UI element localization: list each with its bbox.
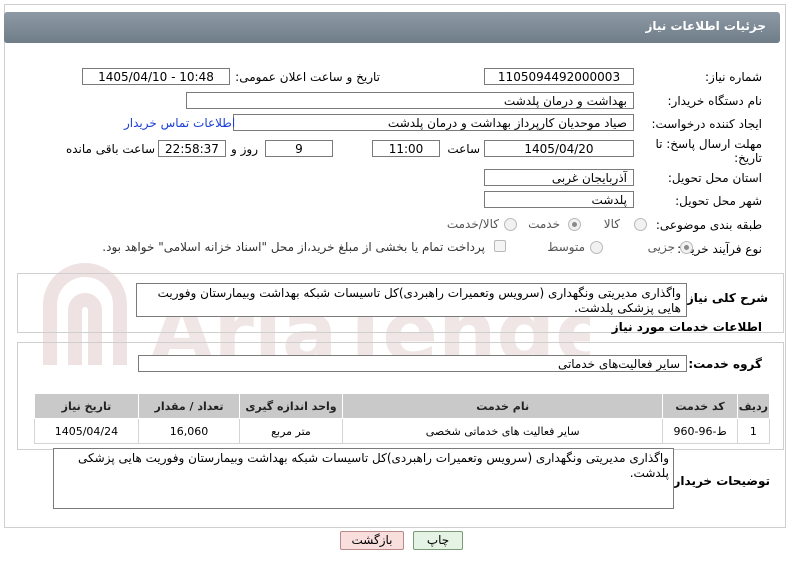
category-option-goods: کالا bbox=[603, 217, 620, 231]
cell-unit: متر مربع bbox=[239, 418, 343, 444]
need-number-field[interactable]: 1105094492000003 bbox=[484, 68, 634, 85]
remaining-time-field[interactable]: 22:58:37 bbox=[158, 140, 226, 157]
page-title: جزئیات اطلاعات نیاز bbox=[645, 19, 766, 33]
description-text[interactable]: واگذاری مدیریتی ونگهداری (سرویس وتعمیرات… bbox=[136, 283, 687, 317]
days-field[interactable]: 9 bbox=[265, 140, 333, 157]
category-option-service: خدمت bbox=[528, 217, 560, 231]
cell-name: سایر فعالیت های خدماتی شخصی bbox=[341, 418, 664, 444]
cell-row: 1 bbox=[736, 418, 771, 444]
treasury-checkbox[interactable] bbox=[494, 240, 506, 252]
process-option-medium: متوسط bbox=[547, 240, 585, 254]
col-unit: واحد اندازه گیری bbox=[239, 393, 343, 419]
col-date: تاریخ نیاز bbox=[34, 393, 139, 419]
services-table: ردیف کد خدمت نام خدمت واحد اندازه گیری ت… bbox=[34, 393, 771, 444]
cell-code: ط-96-960 bbox=[662, 418, 738, 444]
process-radio-medium[interactable] bbox=[590, 241, 603, 254]
print-button[interactable]: چاپ bbox=[413, 531, 463, 550]
buyer-notes-label: توضیحات خریدار: bbox=[668, 474, 770, 488]
category-radio-service[interactable] bbox=[568, 218, 581, 231]
deadline-time-field[interactable]: 11:00 bbox=[372, 140, 440, 157]
payment-note: پرداخت تمام یا بخشی از مبلغ خرید،از محل … bbox=[102, 240, 485, 254]
description-label: شرح کلی نیاز: bbox=[682, 291, 768, 305]
service-group-label: گروه خدمت: bbox=[688, 357, 762, 371]
deadline-label-2: تاریخ: bbox=[734, 151, 762, 165]
buyer-contact-link[interactable]: اطلاعات تماس خریدار bbox=[124, 116, 235, 130]
announce-datetime-field[interactable]: 1405/04/10 - 10:48 bbox=[82, 68, 230, 85]
cell-qty: 16,060 bbox=[137, 418, 241, 444]
cell-date: 1405/04/24 bbox=[34, 418, 139, 444]
process-radio-minor[interactable] bbox=[680, 241, 693, 254]
col-row: ردیف bbox=[736, 393, 771, 419]
col-qty: تعداد / مقدار bbox=[137, 393, 241, 419]
services-section-title: اطلاعات خدمات مورد نیاز bbox=[611, 320, 762, 334]
service-group-field[interactable]: سایر فعالیت‌های خدماتی bbox=[138, 355, 687, 372]
buyer-org-field[interactable]: بهداشت و درمان پلدشت bbox=[186, 92, 634, 109]
category-radio-goods-service[interactable] bbox=[504, 218, 517, 231]
time-label: ساعت bbox=[447, 142, 480, 156]
need-number-label: شماره نیاز: bbox=[705, 70, 762, 84]
category-radio-goods[interactable] bbox=[634, 218, 647, 231]
buyer-org-label: نام دستگاه خریدار: bbox=[667, 94, 763, 108]
city-label: شهر محل تحویل: bbox=[675, 194, 762, 208]
requester-field[interactable]: صیاد موحدیان کارپرداز بهداشت و درمان پلد… bbox=[233, 114, 634, 131]
col-name: نام خدمت bbox=[341, 393, 664, 419]
table-header-row: ردیف کد خدمت نام خدمت واحد اندازه گیری ت… bbox=[34, 393, 771, 419]
table-row: 1 ط-96-960 سایر فعالیت های خدماتی شخصی م… bbox=[34, 418, 771, 444]
deadline-date-field[interactable]: 1405/04/20 bbox=[484, 140, 634, 157]
col-code: کد خدمت bbox=[662, 393, 738, 419]
process-option-minor: جزیی bbox=[647, 240, 675, 254]
announce-label: تاریخ و ساعت اعلان عمومی: bbox=[235, 70, 380, 84]
buyer-notes-text[interactable]: واگذاری مدیریتی ونگهداری (سرویس وتعمیرات… bbox=[53, 448, 674, 509]
deadline-label: مهلت ارسال پاسخ: تا bbox=[655, 137, 762, 151]
city-field[interactable]: پلدشت bbox=[484, 191, 634, 208]
remaining-label: ساعت باقی مانده bbox=[65, 142, 155, 156]
category-option-goods-service: کالا/خدمت bbox=[446, 217, 499, 231]
category-label: طبقه بندی موضوعی: bbox=[655, 218, 762, 232]
province-field[interactable]: آذربایجان غربی bbox=[484, 169, 634, 186]
back-button[interactable]: بازگشت bbox=[340, 531, 404, 550]
province-label: استان محل تحویل: bbox=[667, 171, 762, 185]
days-label: روز و bbox=[231, 142, 258, 156]
requester-label: ایجاد کننده درخواست: bbox=[651, 117, 762, 131]
header-bar: جزئیات اطلاعات نیاز bbox=[4, 12, 780, 43]
